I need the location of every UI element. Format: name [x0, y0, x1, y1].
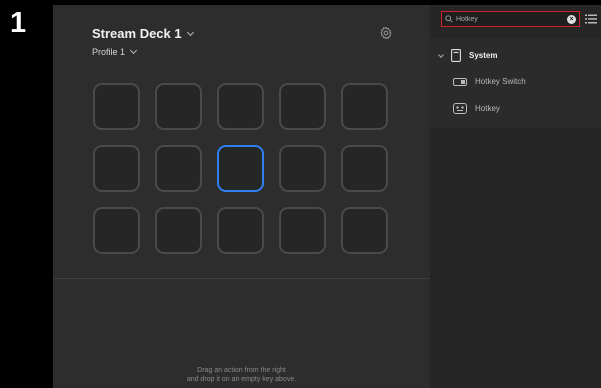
hotkey-icon	[453, 103, 467, 114]
drop-hint: Drag an action from the right and drop i…	[53, 366, 430, 384]
key-slot[interactable]	[341, 83, 388, 130]
key-slot[interactable]	[155, 145, 202, 192]
key-slot[interactable]	[279, 207, 326, 254]
key-slot[interactable]	[279, 145, 326, 192]
chevron-down-icon	[186, 28, 194, 36]
search-icon	[445, 15, 453, 23]
key-slot[interactable]	[155, 83, 202, 130]
chevron-down-icon	[438, 51, 444, 58]
action-label: Hotkey Switch	[475, 77, 526, 86]
key-slot[interactable]	[217, 207, 264, 254]
clear-search-button[interactable]: ×	[567, 14, 576, 24]
gear-icon[interactable]	[379, 26, 393, 40]
actions-sidebar: × System	[430, 5, 601, 388]
profile-label: Profile 1	[92, 47, 126, 57]
hint-line-1: Drag an action from the right	[197, 367, 286, 374]
key-slot[interactable]	[217, 83, 264, 130]
category-header[interactable]: System	[438, 49, 498, 62]
canvas-area: Stream Deck 1 Profile 1 Drag an action f…	[53, 5, 430, 388]
key-slot[interactable]	[93, 207, 140, 254]
search-input[interactable]	[453, 15, 567, 23]
search-box[interactable]: ×	[441, 11, 580, 27]
category-label: System	[469, 51, 498, 60]
deck-header: Stream Deck 1 Profile 1	[92, 26, 194, 57]
step-number: 1	[10, 7, 27, 39]
action-hotkey[interactable]: Hotkey	[453, 103, 500, 114]
key-slot[interactable]	[341, 207, 388, 254]
key-slot[interactable]	[279, 83, 326, 130]
key-slot[interactable]	[93, 145, 140, 192]
list-view-icon[interactable]	[585, 14, 597, 24]
key-slot[interactable]	[155, 207, 202, 254]
stream-deck-app: Stream Deck 1 Profile 1 Drag an action f…	[53, 5, 601, 388]
divider	[53, 278, 430, 279]
key-slot[interactable]	[93, 83, 140, 130]
key-grid	[93, 83, 388, 254]
profile-selector[interactable]: Profile 1	[92, 46, 193, 57]
system-icon	[451, 49, 461, 62]
chevron-down-icon	[129, 46, 138, 55]
action-hotkey-switch[interactable]: Hotkey Switch	[453, 77, 526, 86]
key-slot-selected[interactable]	[217, 145, 264, 192]
hotkey-switch-icon	[453, 77, 467, 86]
hint-line-2: and drop it on an empty key above.	[186, 376, 297, 383]
category-system: System Hotkey Switch Hotkey	[430, 39, 601, 128]
action-label: Hotkey	[475, 104, 500, 113]
device-title: Stream Deck 1	[92, 26, 182, 41]
key-slot[interactable]	[341, 145, 388, 192]
device-selector[interactable]: Stream Deck 1	[92, 26, 194, 41]
